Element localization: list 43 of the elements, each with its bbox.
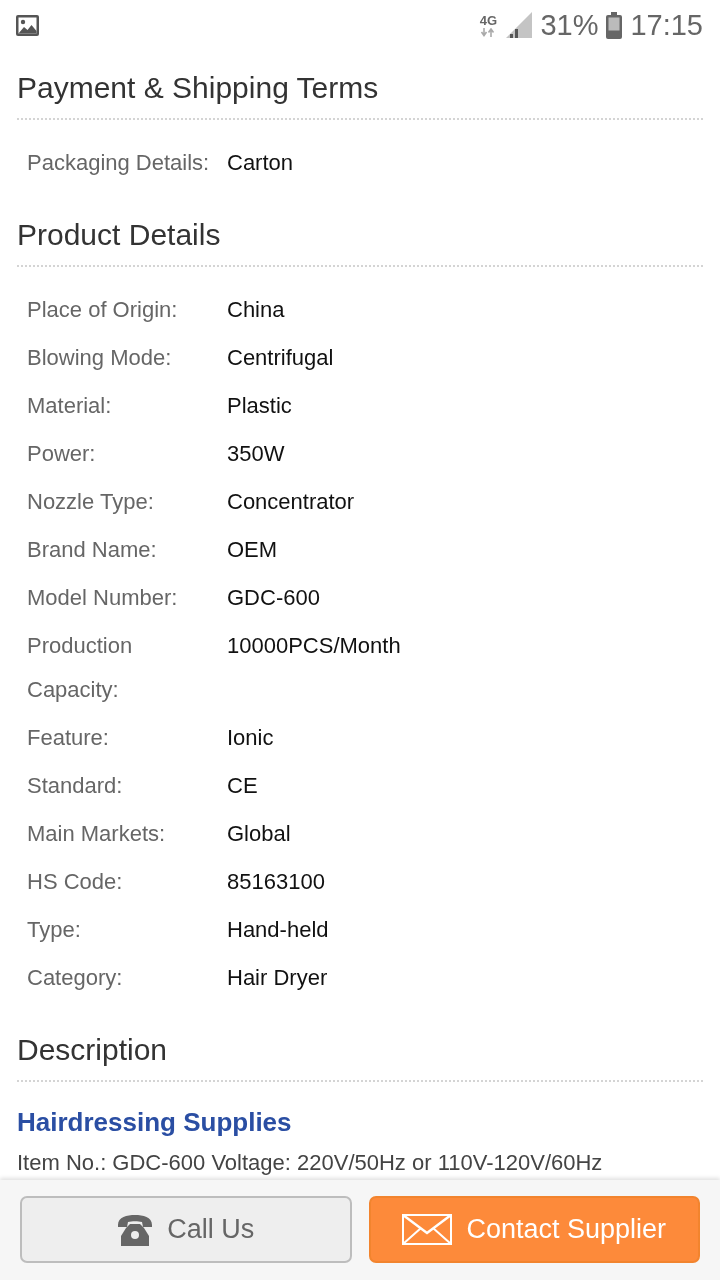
detail-value: Carton [227,149,294,177]
section-title: Payment & Shipping Terms [17,68,703,120]
envelope-icon [402,1214,453,1245]
detail-label: HS Code: [27,868,124,896]
detail-value: Centrifugal [227,344,334,372]
detail-label: Blowing Mode: [27,344,173,372]
detail-label: Nozzle Type: [27,488,155,516]
detail-label: Production Capacity: [27,632,134,704]
detail-label: Brand Name: [27,536,158,564]
clock-time: 17:15 [630,9,703,41]
description-heading: Hairdressing Supplies [17,1106,293,1139]
detail-label: Material: [27,392,113,420]
detail-value: GDC-600 [227,584,320,612]
image-icon [16,14,39,36]
detail-label: Standard: [27,772,124,800]
description-text: Item No.: GDC-600 Voltage: 220V/50Hz or 110V-120V/60Hz [17,1150,604,1176]
detail-value: CE [227,772,258,800]
detail-label: Main Markets: [27,820,167,848]
detail-label: Power: [27,440,97,468]
detail-label: Place of Origin: [27,296,179,324]
detail-value: 10000PCS/Month [227,632,401,660]
detail-value: Global [227,820,291,848]
detail-label: Type: [27,916,82,944]
detail-value: China [227,296,285,324]
battery-percentage: 31% [540,9,599,41]
detail-value: 350W [227,440,285,468]
detail-value: Concentrator [227,488,355,516]
detail-value: OEM [227,536,278,564]
section-title: Description [17,1030,703,1082]
signal-icon [506,12,533,38]
detail-label: Feature: [27,724,110,752]
section-title: Product Details [17,215,703,267]
battery-icon [606,11,623,39]
telephone-icon [117,1213,154,1246]
detail-value: Hair Dryer [227,964,328,992]
detail-label: Model Number: [27,584,179,612]
detail-value: Ionic [227,724,274,752]
call-button[interactable]: Call Us [20,1196,352,1263]
detail-value: Hand-held [227,916,329,944]
detail-label: Packaging Details: [27,149,211,177]
detail-label: Category: [27,964,124,992]
detail-value: Plastic [227,392,292,420]
detail-value: 85163100 [227,868,325,896]
